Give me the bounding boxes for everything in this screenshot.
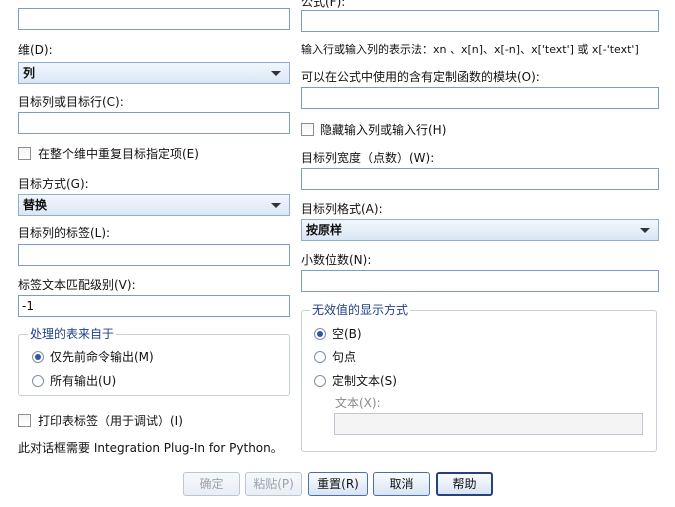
target-col-label-input[interactable] <box>18 244 290 266</box>
decimals-label: 小数位数(N): <box>301 253 372 267</box>
dimension-value: 列 <box>23 66 36 80</box>
radio-empty-label: 空(B) <box>332 327 362 341</box>
formula-label: 公式(F): <box>301 0 346 9</box>
custom-text-input[interactable] <box>334 413 643 435</box>
python-note: 此对话框需要 Integration Plug-In for Python。 <box>18 441 283 455</box>
print-labels-checkbox[interactable] <box>18 414 31 427</box>
radio-period[interactable] <box>314 351 326 363</box>
dimension-select[interactable]: 列 <box>18 62 290 84</box>
target-method-value: 替换 <box>23 198 48 212</box>
radio-last-command[interactable] <box>32 351 44 363</box>
repeat-target-checkbox[interactable] <box>18 147 31 160</box>
label-match-level-value: -1 <box>22 299 34 313</box>
radio-custom-text-label: 定制文本(S) <box>332 374 397 388</box>
hide-input-label: 隐藏输入列或输入行(H) <box>320 123 447 137</box>
expression-note: 输入行或输入列的表示法：xn 、x[n]、x[-n]、x['text'] 或 x… <box>301 43 639 56</box>
radio-all-output[interactable] <box>32 375 44 387</box>
target-method-select[interactable]: 替换 <box>18 194 290 216</box>
radio-custom-text[interactable] <box>314 375 326 387</box>
radio-all-output-label: 所有输出(U) <box>50 374 117 388</box>
target-col-row-label: 目标列或目标行(C): <box>18 95 124 109</box>
module-input[interactable] <box>301 87 659 109</box>
process-source-group-title: 处理的表来自于 <box>28 327 117 341</box>
label-match-level-input[interactable]: -1 <box>18 295 290 317</box>
paste-button[interactable]: 粘贴(P) <box>245 472 302 496</box>
width-label: 目标列宽度（点数）(W): <box>301 151 435 165</box>
hide-input-checkbox[interactable] <box>301 123 314 136</box>
chevron-down-icon <box>271 71 281 76</box>
module-label: 可以在公式中使用的含有定制函数的模块(O): <box>301 70 540 84</box>
dimension-label: 维(D): <box>18 43 53 57</box>
format-select[interactable]: 按原样 <box>301 219 659 241</box>
target-method-label: 目标方式(G): <box>18 177 89 191</box>
reset-button[interactable]: 重置(R) <box>308 472 368 496</box>
top-left-input[interactable] <box>18 8 290 30</box>
radio-last-command-label: 仅先前命令输出(M) <box>50 350 154 364</box>
format-label: 目标列格式(A): <box>301 202 383 216</box>
custom-text-label: 文本(X): <box>335 396 381 410</box>
radio-empty[interactable] <box>314 328 326 340</box>
invalid-values-group-title: 无效值的显示方式 <box>310 303 411 317</box>
ok-button[interactable]: 确定 <box>183 472 240 496</box>
help-button[interactable]: 帮助 <box>436 472 493 496</box>
width-input[interactable] <box>301 168 659 190</box>
repeat-target-label: 在整个维中重复目标指定项(E) <box>38 147 199 161</box>
chevron-down-icon <box>271 203 281 208</box>
print-labels-label: 打印表标签（用于调试）(I) <box>38 414 183 428</box>
chevron-down-icon <box>640 228 650 233</box>
target-col-row-input[interactable] <box>18 112 290 134</box>
formula-input[interactable] <box>301 10 659 32</box>
radio-period-label: 句点 <box>332 350 357 364</box>
format-value: 按原样 <box>306 223 343 237</box>
cancel-button[interactable]: 取消 <box>373 472 430 496</box>
label-match-level-label: 标签文本匹配级别(V): <box>18 278 136 292</box>
decimals-input[interactable] <box>301 270 659 292</box>
target-col-label-label: 目标列的标签(L): <box>18 226 111 240</box>
